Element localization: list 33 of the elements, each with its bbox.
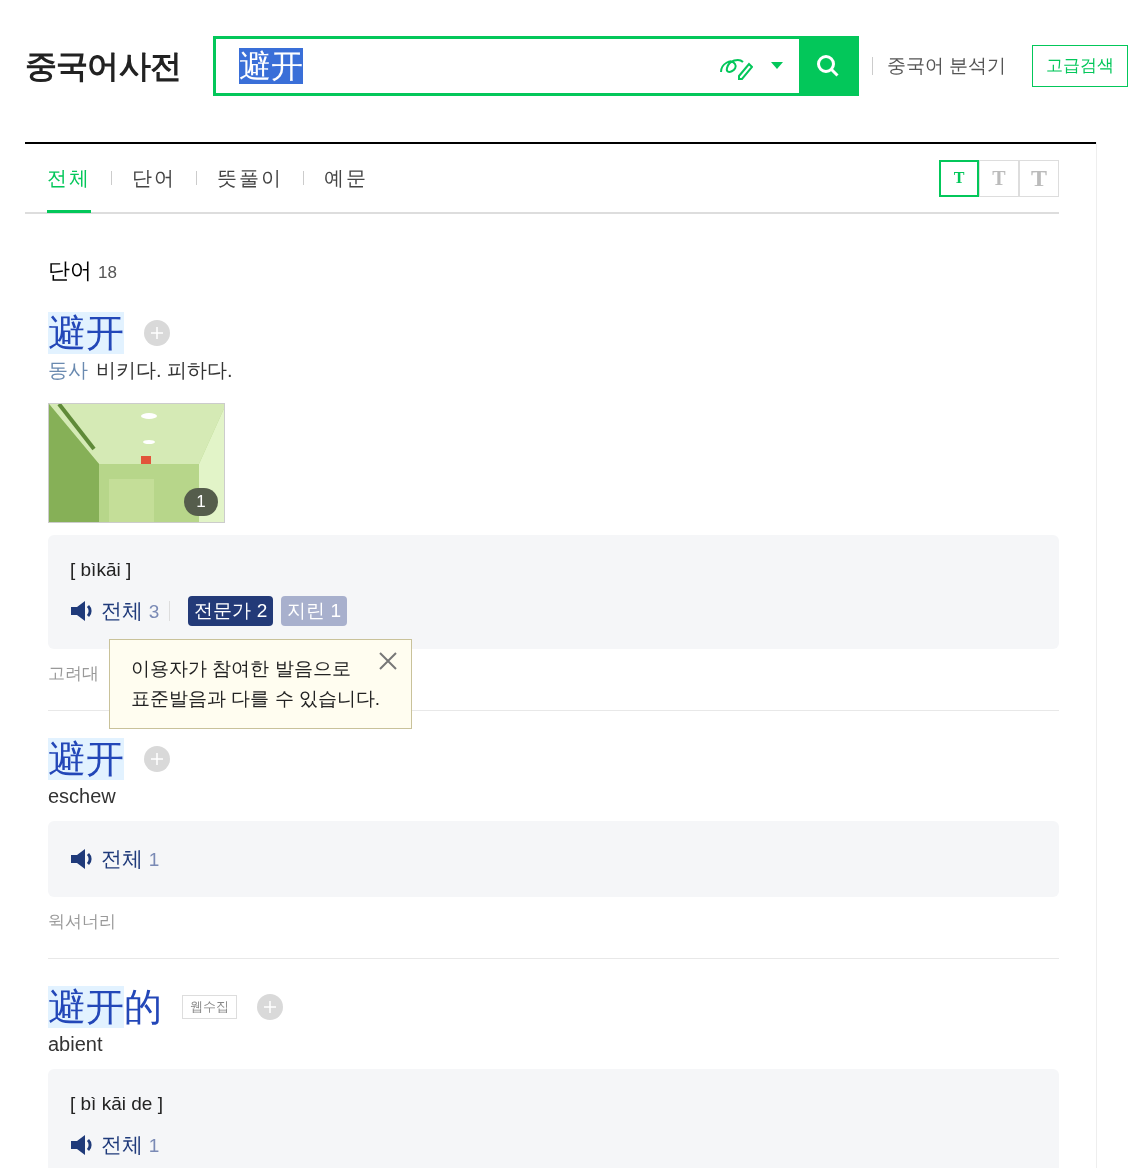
meaning: abient	[48, 1032, 103, 1057]
close-icon[interactable]	[379, 652, 397, 670]
part-of-speech: 동사	[48, 358, 88, 383]
source-label: 윅셔너리	[48, 910, 116, 933]
search-button[interactable]	[799, 37, 856, 95]
web-collected-tag: 웹수집	[182, 995, 237, 1019]
pinyin: [ bì kāi de ]	[70, 1092, 163, 1116]
source-label: 고려대	[48, 662, 99, 685]
audio-all-link[interactable]: 전체 1	[101, 1129, 160, 1161]
dropdown-caret-icon[interactable]	[771, 62, 783, 70]
add-icon[interactable]	[144, 746, 170, 772]
tab[interactable]: 단어	[132, 145, 176, 213]
search-value: 避开	[239, 48, 303, 84]
meaning: eschew	[48, 784, 116, 809]
add-icon[interactable]	[257, 994, 283, 1020]
headword[interactable]: 避开	[48, 311, 124, 355]
search-icon	[815, 54, 840, 78]
tab[interactable]: 예문	[324, 145, 368, 213]
add-icon[interactable]	[144, 320, 170, 346]
pronunciation-badge[interactable]: 전문가 2	[188, 595, 274, 626]
pinyin: [ bìkāi ]	[70, 558, 132, 582]
search-field[interactable]: 避开	[213, 36, 859, 96]
tab[interactable]: 뜻풀이	[217, 145, 283, 213]
result-count: 18	[98, 262, 117, 284]
audio-all-link[interactable]: 전체 1	[101, 843, 160, 875]
meaning: 비키다. 피하다.	[96, 358, 233, 383]
tooltip-text: 표준발음과 다를 수 있습니다.	[131, 687, 381, 711]
analyzer-link[interactable]: 중국어 분석기	[887, 51, 1007, 81]
headword[interactable]: 避开	[48, 737, 124, 781]
tooltip-text: 이용자가 참여한 발음으로	[131, 657, 351, 681]
dictionary-logo[interactable]: 중국어사전	[25, 42, 181, 90]
audio-all-link[interactable]: 전체 3	[101, 595, 160, 627]
section-title: 단어	[48, 257, 92, 285]
